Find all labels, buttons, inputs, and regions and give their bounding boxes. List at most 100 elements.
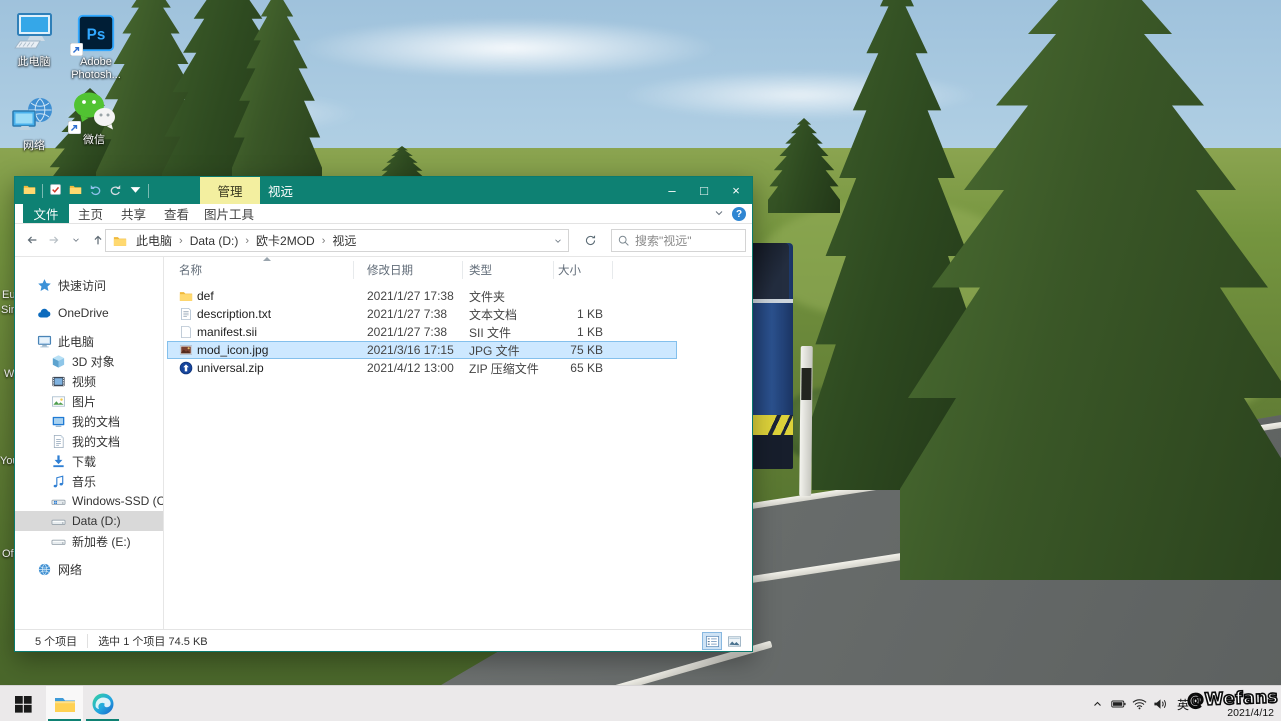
address-bar: 此电脑›Data (D:)›欧卡2MOD›视远: [15, 224, 752, 257]
sidebar-item-label: Windows-SSD (C:): [72, 494, 164, 508]
view-buttons: [702, 632, 744, 650]
breadcrumb-item[interactable]: 视远: [330, 232, 358, 249]
qat-new-folder-button[interactable]: [68, 183, 83, 198]
qat-properties-check-button[interactable]: [48, 183, 63, 198]
wifi-icon[interactable]: [1129, 686, 1150, 721]
navigation-pane: 快速访问OneDrive此电脑3D 对象视频图片我的文档我的文档下载音乐Wind…: [15, 257, 164, 629]
volume-icon[interactable]: [1150, 686, 1171, 721]
videos-icon: [51, 374, 66, 389]
desktop-icon-网络[interactable]: 网络: [2, 96, 66, 153]
ribbon-tab-图片工具[interactable]: 图片工具: [199, 204, 259, 223]
sidebar-item-图片[interactable]: 图片: [15, 391, 163, 411]
qat-redo-button[interactable]: [108, 183, 123, 198]
sidebar-item-label: 图片: [72, 393, 96, 410]
sidebar-item-音乐[interactable]: 音乐: [15, 471, 163, 491]
desktop-icon-此电脑[interactable]: 此电脑: [2, 12, 66, 69]
address-dropdown-icon[interactable]: [548, 236, 568, 246]
recent-locations-icon[interactable]: [65, 229, 87, 251]
search-input[interactable]: [635, 234, 745, 248]
ribbon-tab-共享[interactable]: 共享: [112, 204, 155, 223]
documents-screen-icon: [51, 414, 66, 429]
shortcut-arrow-icon: [68, 121, 81, 134]
battery-icon[interactable]: [1108, 686, 1129, 721]
sidebar-item-Windows-SSD (C:)[interactable]: Windows-SSD (C:): [15, 491, 163, 511]
breadcrumb-item[interactable]: 欧卡2MOD: [254, 232, 317, 249]
qat-undo-button[interactable]: [88, 183, 103, 198]
column-header-类型[interactable]: 类型: [463, 261, 554, 279]
file-date-cell: 2021/1/27 7:38: [354, 307, 463, 321]
ribbon-expand-icon[interactable]: [713, 207, 725, 222]
sidebar-item-网络[interactable]: 网络: [15, 559, 163, 579]
thumbnails-view-button[interactable]: [724, 632, 744, 650]
sidebar-item-Data (D:)[interactable]: Data (D:): [15, 511, 163, 531]
column-header-大小[interactable]: 大小: [554, 261, 613, 279]
sidebar-item-我的文档[interactable]: 我的文档: [15, 411, 163, 431]
search-box: [611, 229, 746, 252]
sidebar-item-3D 对象[interactable]: 3D 对象: [15, 351, 163, 371]
properties-check-icon: [49, 183, 62, 199]
address-box[interactable]: 此电脑›Data (D:)›欧卡2MOD›视远: [105, 229, 569, 252]
desktop-icon-label: 网络: [2, 140, 66, 153]
file-size-cell: 65 KB: [554, 361, 609, 375]
file-name-cell: def: [167, 289, 354, 303]
sidebar-item-OneDrive[interactable]: OneDrive: [15, 303, 163, 323]
taskbar: 英 2021/4/12: [0, 685, 1281, 721]
sidebar-item-此电脑[interactable]: 此电脑: [15, 331, 163, 351]
file-row-universal.zip[interactable]: universal.zip2021/4/12 13:00ZIP 压缩文件65 K…: [167, 359, 677, 377]
file-name: description.txt: [197, 307, 271, 321]
file-row-def[interactable]: def2021/1/27 17:38文件夹: [167, 287, 677, 305]
file-blank-icon: [179, 325, 193, 339]
maximize-button[interactable]: □: [688, 177, 720, 204]
file-date-cell: 2021/1/27 17:38: [354, 289, 463, 303]
edge-icon: [91, 692, 115, 716]
tray-chevron-up-icon[interactable]: [1087, 686, 1108, 721]
sidebar-item-label: OneDrive: [58, 306, 109, 320]
ribbon-tab-文件[interactable]: 文件: [23, 204, 69, 223]
sidebar-item-新加卷 (E:)[interactable]: 新加卷 (E:): [15, 531, 163, 551]
start-button[interactable]: [0, 686, 46, 721]
file-row-mod_icon.jpg[interactable]: mod_icon.jpg2021/3/16 17:15JPG 文件75 KB: [167, 341, 677, 359]
undo-icon: [89, 183, 102, 199]
file-pane: 名称修改日期类型大小 def2021/1/27 17:38文件夹 descript…: [164, 257, 752, 629]
sidebar-item-下载[interactable]: 下载: [15, 451, 163, 471]
sidebar-item-我的文档[interactable]: 我的文档: [15, 431, 163, 451]
ribbon-tab-主页[interactable]: 主页: [69, 204, 112, 223]
truck: [746, 243, 793, 469]
taskbar-edge[interactable]: [84, 686, 121, 721]
screen: EuSimWYouOf 此电脑PsAdobe Photosh...网络微信 管理…: [0, 0, 1281, 721]
forward-button[interactable]: [43, 229, 65, 251]
close-button[interactable]: ×: [720, 177, 752, 204]
ribbon-tabs: 文件主页共享查看图片工具: [15, 204, 752, 224]
help-icon[interactable]: ?: [732, 207, 746, 221]
qat-menu-caret-button[interactable]: [128, 183, 143, 198]
sidebar-item-label: 我的文档: [72, 433, 120, 450]
this-pc-icon: [11, 12, 57, 54]
windows-logo-icon: [15, 696, 32, 713]
qat-folder-button[interactable]: [22, 183, 37, 198]
desktop-icon-Adobe Photosh...[interactable]: PsAdobe Photosh...: [64, 12, 128, 82]
file-row-manifest.sii[interactable]: manifest.sii2021/1/27 7:38SII 文件1 KB: [167, 323, 677, 341]
address-folder-icon: [112, 234, 128, 248]
file-list: def2021/1/27 17:38文件夹 description.txt 2021…: [167, 287, 752, 377]
taskbar-file-explorer[interactable]: [46, 686, 83, 721]
refresh-button[interactable]: [577, 229, 603, 252]
wechat-icon: [71, 90, 117, 132]
column-header-修改日期[interactable]: 修改日期: [354, 261, 463, 279]
back-button[interactable]: [21, 229, 43, 251]
file-text-icon: [179, 307, 193, 321]
file-row-description.txt[interactable]: description.txt2021/1/27 7:38文本文档1 KB: [167, 305, 677, 323]
sidebar-item-快速访问[interactable]: 快速访问: [15, 275, 163, 295]
breadcrumb-item[interactable]: 此电脑: [134, 232, 174, 249]
sidebar-item-视频[interactable]: 视频: [15, 371, 163, 391]
ribbon-tab-查看[interactable]: 查看: [155, 204, 198, 223]
desktop-icon-微信[interactable]: 微信: [62, 90, 126, 147]
breadcrumb-item[interactable]: Data (D:): [188, 234, 241, 248]
details-view-button[interactable]: [702, 632, 722, 650]
sidebar-item-label: 快速访问: [58, 277, 106, 294]
contextual-tab-manage[interactable]: 管理: [200, 177, 260, 204]
file-size-cell: 75 KB: [554, 343, 609, 357]
minimize-button[interactable]: –: [656, 177, 688, 204]
file-type-cell: JPG 文件: [463, 342, 554, 359]
column-header-名称[interactable]: 名称: [167, 261, 354, 279]
status-bar: 5 个项目 选中 1 个项目 74.5 KB: [15, 629, 752, 651]
